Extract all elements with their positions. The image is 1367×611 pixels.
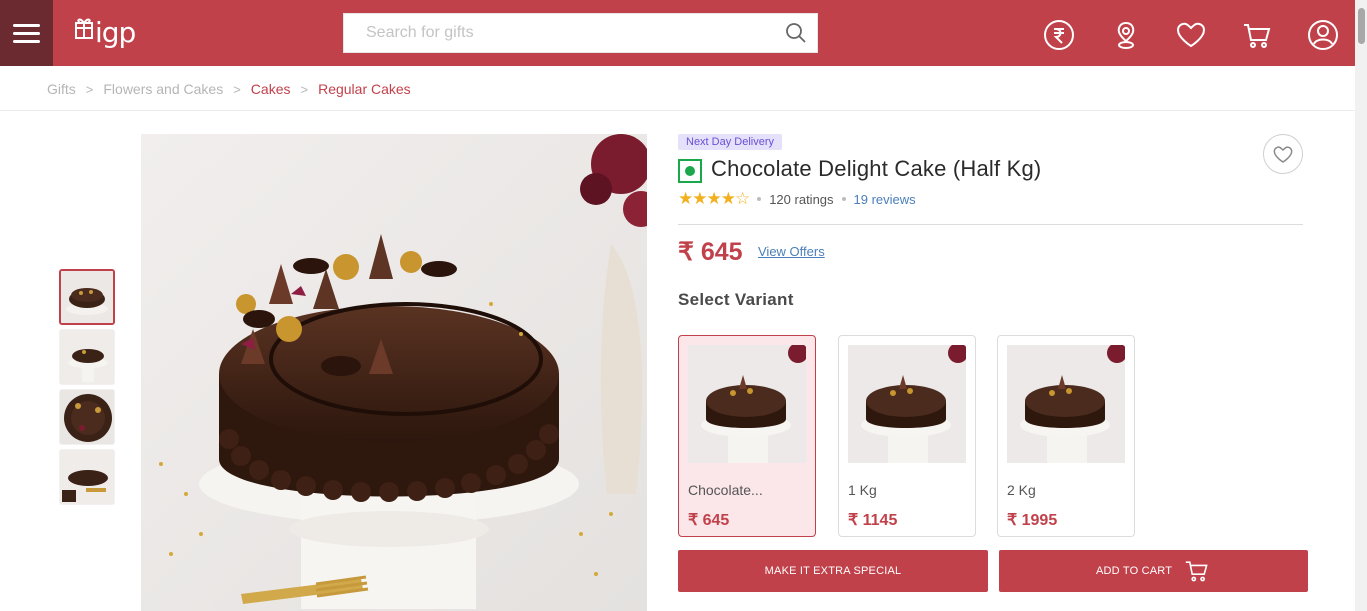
chevron-right-icon: > [85,81,94,97]
variant-card-half-kg[interactable]: Chocolate... ₹ 645 [678,335,816,537]
page-scrollbar[interactable] [1355,0,1367,611]
variant-image [1007,345,1125,463]
search-icon[interactable] [785,22,807,44]
cake-variant-image [848,345,966,463]
thumbnail-3[interactable] [59,389,115,445]
cake-thumbnail-image [60,450,114,504]
select-variant-heading: Select Variant [678,290,794,309]
thumbnail-4[interactable] [59,449,115,505]
thumbnail-1[interactable] [59,269,115,325]
variant-card-1-kg[interactable]: 1 Kg ₹ 1145 [838,335,976,537]
rating-row: ★★★★☆ 120 ratings 19 reviews [678,189,916,209]
star-rating-icon: ★★★★☆ [678,189,750,209]
cake-thumbnail-image [61,271,113,323]
thumbnail-2[interactable] [59,329,115,385]
variant-image [688,345,806,463]
chocolate-cake-image [141,134,647,611]
heart-outline-icon [1273,146,1293,163]
igp-logo[interactable]: igp [74,14,142,50]
search-input[interactable] [344,14,774,52]
breadcrumb-divider [0,110,1355,111]
user-icon[interactable] [1307,19,1339,51]
cake-variant-image [688,345,806,463]
search-bar [343,13,818,53]
scrollbar-thumb[interactable] [1358,8,1365,44]
gift-logo-icon [75,18,93,39]
breadcrumb-cakes[interactable]: Cakes [251,81,291,97]
variant-card-2-kg[interactable]: 2 Kg ₹ 1995 [997,335,1135,537]
breadcrumb-flowers-and-cakes[interactable]: Flowers and Cakes [103,81,223,97]
add-to-cart-label: ADD TO CART [1096,565,1173,577]
variant-name: 2 Kg [1007,482,1036,498]
veg-indicator-icon [678,159,702,183]
cake-thumbnail-image [60,330,114,384]
variant-price: ₹ 1145 [848,512,898,529]
breadcrumb-gifts[interactable]: Gifts [47,81,76,97]
hamburger-menu-button[interactable] [0,0,53,66]
logo-text: igp [95,16,136,49]
chevron-right-icon: > [233,81,241,97]
thumbnail-list [59,269,115,509]
site-header: igp [0,0,1355,66]
view-offers-link[interactable]: View Offers [758,244,825,259]
cake-variant-image [1007,345,1125,463]
ratings-count: 120 ratings [769,191,834,207]
breadcrumb: Gifts > Flowers and Cakes > Cakes > Regu… [47,80,411,98]
cart-icon[interactable] [1241,19,1273,51]
product-main-image[interactable] [141,134,647,611]
make-it-extra-special-button[interactable]: MAKE IT EXTRA SPECIAL [678,550,988,592]
wishlist-button[interactable] [1263,134,1303,174]
product-title: Chocolate Delight Cake (Half Kg) [711,156,1042,181]
chevron-right-icon: > [300,81,309,97]
rupee-currency-icon[interactable] [1043,19,1075,51]
separator-dot [757,197,762,201]
heart-icon[interactable] [1175,19,1207,51]
variant-price: ₹ 1995 [1007,512,1058,529]
next-day-delivery-badge: Next Day Delivery [678,134,783,150]
variant-image [848,345,966,463]
variant-price: ₹ 645 [688,512,730,529]
cake-thumbnail-image [60,390,114,444]
location-icon[interactable] [1110,19,1142,51]
separator-dot [841,197,846,201]
product-price: ₹ 645 [678,238,743,266]
cart-icon [1185,561,1208,582]
add-to-cart-button[interactable]: ADD TO CART [999,550,1308,592]
title-divider [678,224,1303,225]
breadcrumb-regular-cakes[interactable]: Regular Cakes [318,81,411,97]
variant-name: Chocolate... [688,482,763,498]
reviews-link[interactable]: 19 reviews [854,192,916,207]
variant-name: 1 Kg [848,482,877,498]
